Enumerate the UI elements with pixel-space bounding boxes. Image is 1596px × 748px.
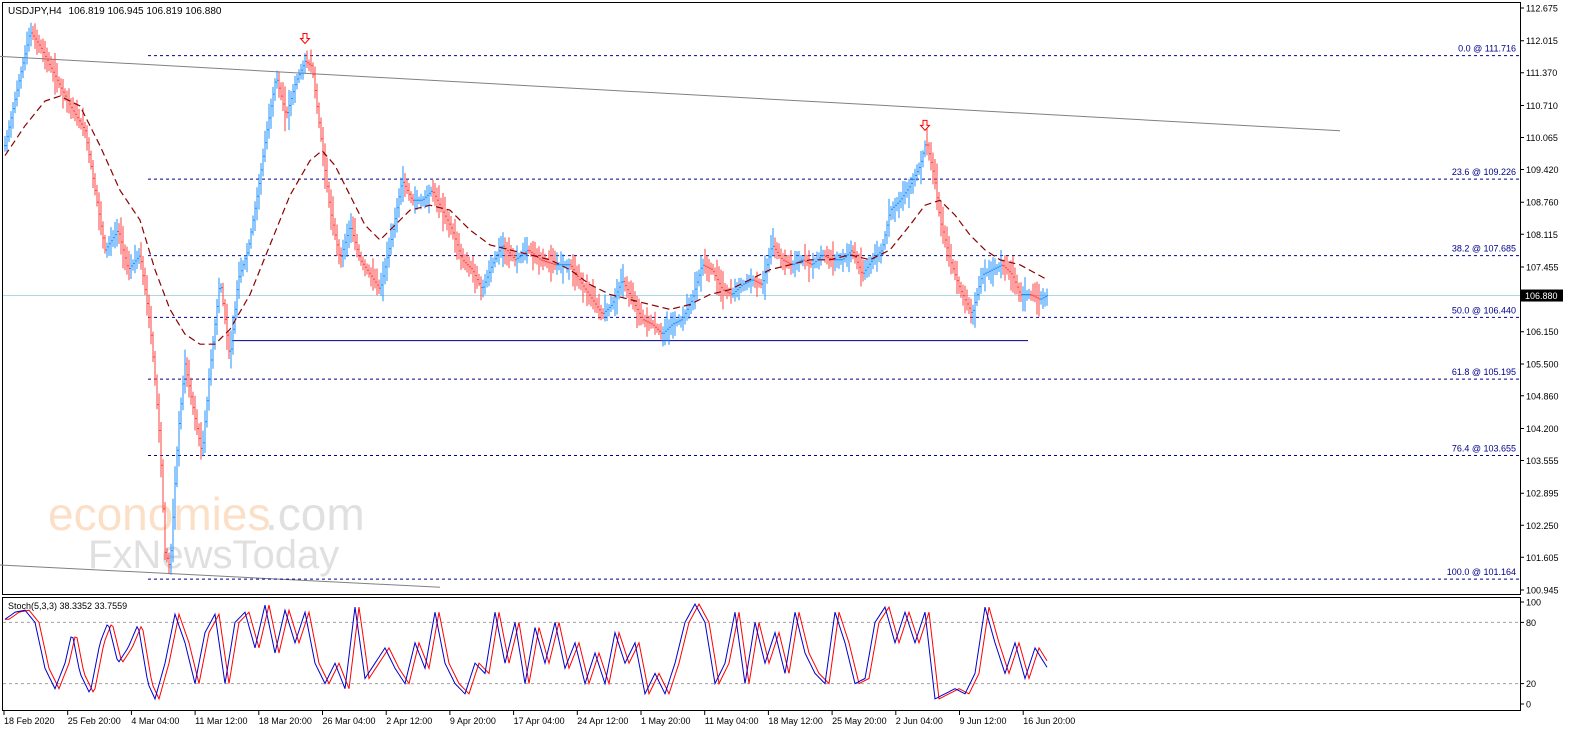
fib-label-0: 0.0 @ 111.716 <box>1458 44 1516 54</box>
chart-root: economies .com FxNewsToday 0.0 @ 111.716… <box>0 0 1596 743</box>
price-tick-label: 112.015 <box>1526 36 1558 46</box>
price-tick-label: 110.710 <box>1526 101 1558 111</box>
watermark: economies .com FxNewsToday <box>48 488 365 577</box>
fib-label-1: 23.6 @ 109.226 <box>1452 167 1516 177</box>
price-tick-label: 107.455 <box>1526 262 1559 272</box>
time-tick-label: 18 Mar 20:00 <box>259 716 312 726</box>
time-tick-label: 18 Feb 2020 <box>4 716 55 726</box>
fib-label-3: 50.0 @ 106.440 <box>1452 305 1516 315</box>
time-tick-label: 17 Apr 04:00 <box>514 716 565 726</box>
price-tick-label: 103.555 <box>1526 456 1559 466</box>
price-tick-label: 108.760 <box>1526 198 1559 208</box>
time-tick-label: 2 Jun 04:00 <box>896 716 943 726</box>
price-tick-label: 111.370 <box>1526 68 1557 78</box>
price-chart[interactable]: economies .com FxNewsToday 0.0 @ 111.716… <box>0 0 1596 743</box>
price-tick-label: 100.945 <box>1526 586 1559 596</box>
time-tick-label: 9 Apr 20:00 <box>450 716 496 726</box>
time-tick-label: 16 Jun 20:00 <box>1023 716 1075 726</box>
time-tick-label: 4 Mar 04:00 <box>131 716 179 726</box>
fib-label-5: 76.4 @ 103.655 <box>1452 444 1516 454</box>
oscillator-tick-label: 0 <box>1526 700 1531 710</box>
time-tick-label: 9 Jun 12:00 <box>960 716 1007 726</box>
time-tick-label: 25 Feb 20:00 <box>68 716 121 726</box>
price-tick-label: 102.250 <box>1526 521 1559 531</box>
price-tick-label: 102.895 <box>1526 489 1559 499</box>
time-tick-label: 1 May 20:00 <box>641 716 691 726</box>
price-tick-label: 104.860 <box>1526 391 1559 401</box>
oscillator-tick-label: 20 <box>1526 679 1536 689</box>
fib-label-4: 61.8 @ 105.195 <box>1452 367 1516 377</box>
current-price-label: 106.880 <box>1525 291 1558 301</box>
price-tick-label: 105.500 <box>1526 359 1559 369</box>
fib-label-2: 38.2 @ 107.685 <box>1452 244 1516 254</box>
price-tick-label: 109.420 <box>1526 165 1559 175</box>
fib-label-6: 100.0 @ 101.164 <box>1447 567 1516 577</box>
time-tick-label: 18 May 12:00 <box>768 716 823 726</box>
time-tick-label: 25 May 20:00 <box>832 716 887 726</box>
time-tick-label: 26 Mar 04:00 <box>323 716 376 726</box>
price-tick-label: 110.065 <box>1526 133 1558 143</box>
chart-header: USDJPY,H4 106.819 106.945 106.819 106.88… <box>8 6 222 17</box>
price-tick-label: 112.675 <box>1526 4 1558 14</box>
time-tick-label: 11 Mar 12:00 <box>195 716 247 726</box>
oscillator-tick-label: 80 <box>1526 618 1536 628</box>
oscillator-label: Stoch(5,3,3) 38.3352 33.7559 <box>8 601 127 611</box>
time-tick-label: 2 Apr 12:00 <box>386 716 432 726</box>
svg-text:FxNewsToday: FxNewsToday <box>88 533 339 577</box>
price-tick-label: 106.150 <box>1526 327 1559 337</box>
time-tick-label: 11 May 04:00 <box>705 716 759 726</box>
time-tick-label: 24 Apr 12:00 <box>577 716 628 726</box>
price-tick-label: 101.605 <box>1526 553 1559 563</box>
price-tick-label: 108.115 <box>1526 230 1558 240</box>
oscillator-tick-label: 100 <box>1526 598 1541 608</box>
price-tick-label: 104.200 <box>1526 424 1559 434</box>
